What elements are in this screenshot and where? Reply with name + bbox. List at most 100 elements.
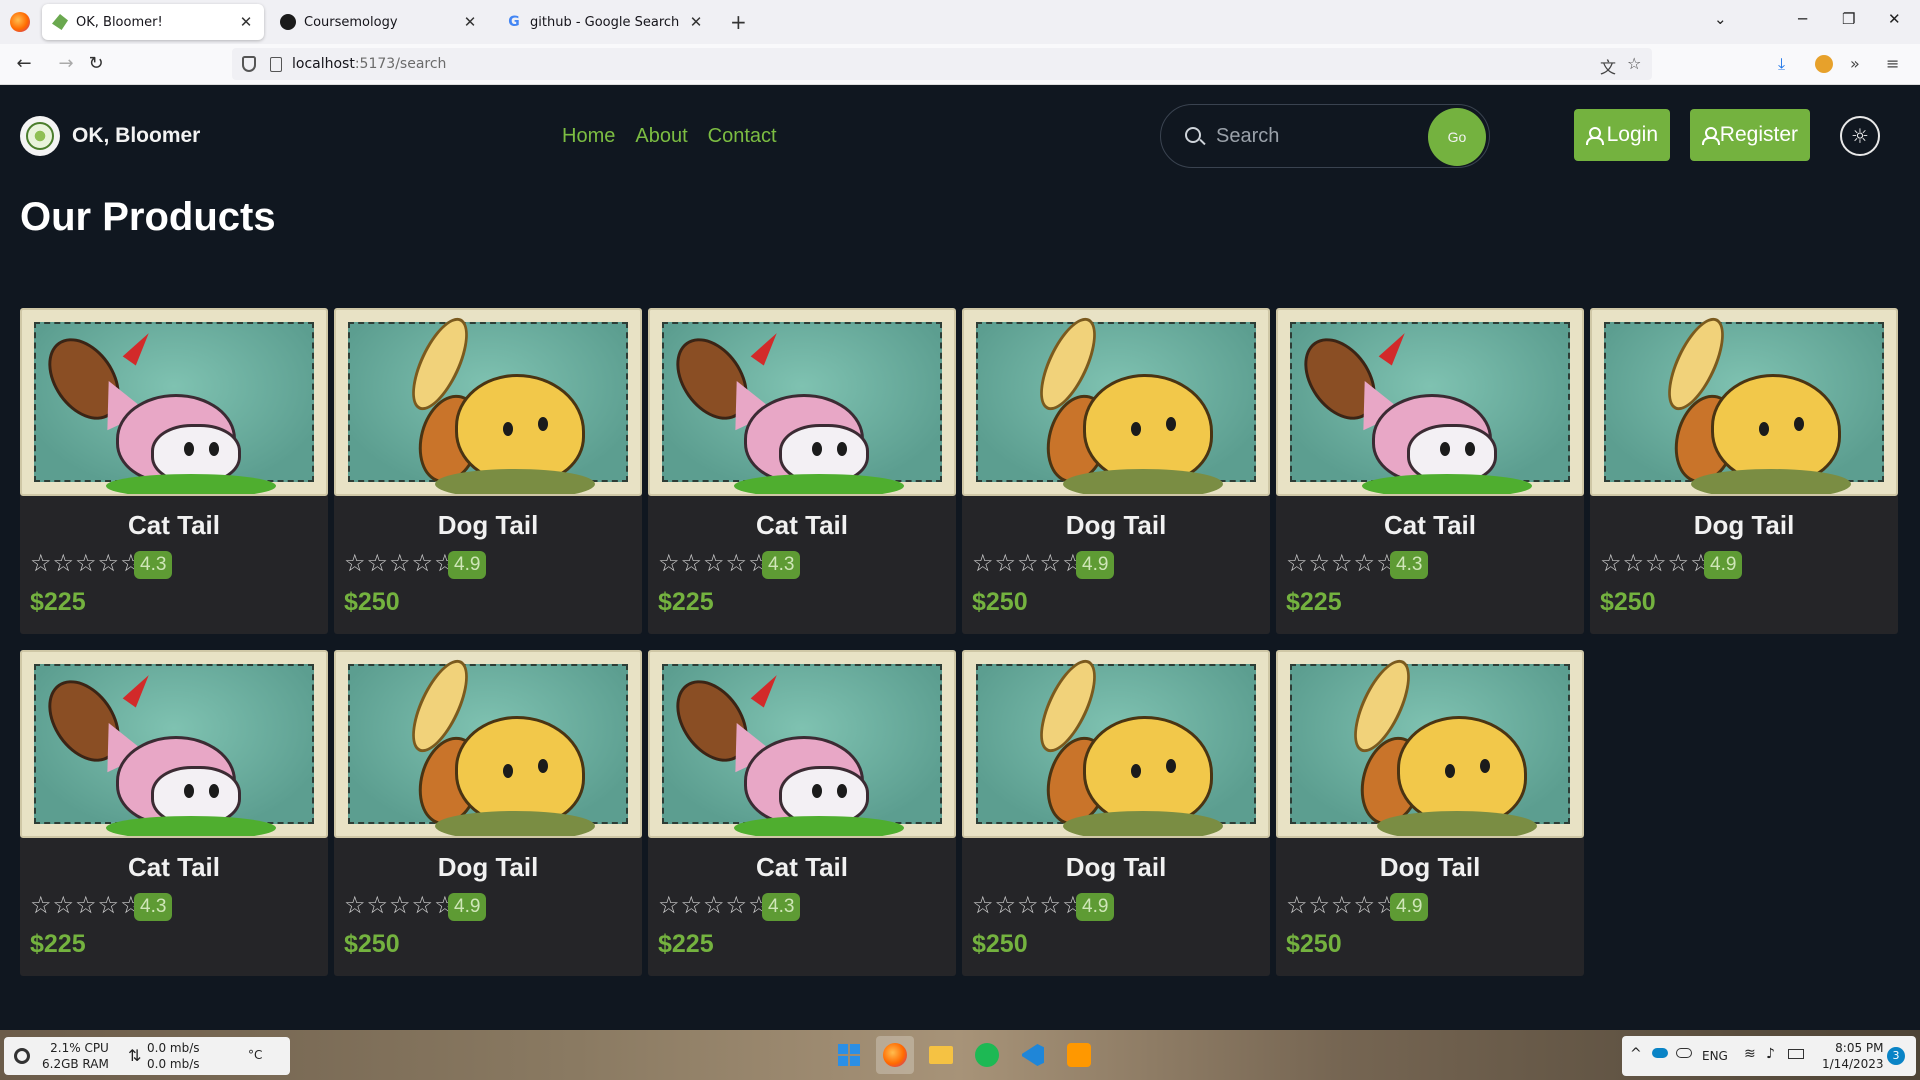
close-tab-icon[interactable]: ✕ xyxy=(688,13,704,31)
rating-badge: 4.9 xyxy=(1704,551,1743,579)
product-price: $250 xyxy=(972,930,1028,958)
product-name: Dog Tail xyxy=(1065,852,1167,882)
cloud-icon[interactable] xyxy=(1676,1048,1692,1058)
main-nav: Home About Contact xyxy=(562,125,777,148)
vscode-icon[interactable] xyxy=(1014,1036,1052,1074)
notification-badge[interactable]: 3 xyxy=(1887,1047,1905,1065)
nav-about[interactable]: About xyxy=(635,125,687,148)
close-tab-icon[interactable]: ✕ xyxy=(238,13,254,31)
product-image[interactable] xyxy=(334,308,642,496)
battery-icon[interactable] xyxy=(1788,1049,1804,1059)
product-image[interactable] xyxy=(962,308,1270,496)
url-path: :5173/search xyxy=(354,56,447,72)
product-card[interactable]: Cat Tail ☆☆☆☆☆ 4.3 $225 xyxy=(648,308,956,634)
product-card[interactable]: Dog Tail ☆☆☆☆☆ 4.9 $250 xyxy=(1276,650,1584,976)
more-tools-icon[interactable]: » xyxy=(1850,54,1860,73)
file-explorer-icon[interactable] xyxy=(922,1036,960,1074)
temperature: °C xyxy=(248,1048,263,1062)
reload-icon[interactable]: ↻ xyxy=(84,53,108,74)
chevron-up-icon[interactable]: ^ xyxy=(1630,1046,1642,1062)
rating-badge: 4.3 xyxy=(762,893,801,921)
product-image[interactable] xyxy=(1276,308,1584,496)
tab-ok-bloomer[interactable]: OK, Bloomer! ✕ xyxy=(42,4,264,40)
language-indicator[interactable]: ENG xyxy=(1702,1049,1728,1063)
brand-link[interactable]: OK, Bloomer xyxy=(20,116,200,156)
firefox-icon[interactable] xyxy=(10,12,30,32)
back-icon[interactable]: ← xyxy=(12,53,36,74)
nav-contact[interactable]: Contact xyxy=(708,125,777,148)
product-image[interactable] xyxy=(1276,650,1584,838)
product-card[interactable]: Cat Tail ☆☆☆☆☆ 4.3 $225 xyxy=(1276,308,1584,634)
taskbar: 2.1% CPU 6.2GB RAM ⇅ 0.0 mb/s 0.0 mb/s °… xyxy=(0,1030,1920,1080)
product-card[interactable]: Dog Tail ☆☆☆☆☆ 4.9 $250 xyxy=(334,308,642,634)
search-box: Go xyxy=(1160,104,1490,168)
bookmark-star-icon[interactable]: ☆ xyxy=(1627,54,1641,73)
product-name: Dog Tail xyxy=(437,852,539,882)
onedrive-icon[interactable] xyxy=(1652,1048,1668,1058)
product-image[interactable] xyxy=(1590,308,1898,496)
product-image[interactable] xyxy=(648,308,956,496)
theme-toggle-sun-icon[interactable]: ☼ xyxy=(1840,116,1880,156)
rating-badge: 4.9 xyxy=(1076,893,1115,921)
brand-name: OK, Bloomer xyxy=(72,124,201,147)
volume-icon[interactable]: ♪ xyxy=(1766,1046,1775,1062)
product-card[interactable]: Cat Tail ☆☆☆☆☆ 4.3 $225 xyxy=(648,650,956,976)
product-image[interactable] xyxy=(334,650,642,838)
product-image[interactable] xyxy=(648,650,956,838)
close-window-button[interactable]: ✕ xyxy=(1888,10,1901,28)
product-card[interactable]: Dog Tail ☆☆☆☆☆ 4.9 $250 xyxy=(962,308,1270,634)
register-button[interactable]: Register xyxy=(1690,109,1810,161)
product-image[interactable] xyxy=(962,650,1270,838)
download-icon[interactable]: ⤓ xyxy=(1778,54,1785,74)
login-button[interactable]: Login xyxy=(1574,109,1670,161)
product-price: $250 xyxy=(1600,588,1656,616)
url-host: localhost xyxy=(292,56,355,72)
product-name: Cat Tail xyxy=(128,510,220,540)
wifi-icon[interactable]: ≋ xyxy=(1744,1046,1756,1062)
spotify-icon[interactable] xyxy=(968,1036,1006,1074)
product-price: $250 xyxy=(344,930,400,958)
address-bar[interactable]: localhost:5173/search xyxy=(232,48,1652,80)
search-input[interactable] xyxy=(1216,119,1406,153)
product-card[interactable]: Cat Tail ☆☆☆☆☆ 4.3 $225 xyxy=(20,308,328,634)
product-card[interactable]: Dog Tail ☆☆☆☆☆ 4.9 $250 xyxy=(334,650,642,976)
app: OK, Bloomer Home About Contact Go Login … xyxy=(0,85,1920,1030)
clock-date: 1/14/2023 xyxy=(1822,1057,1884,1071)
firefox-taskbar-icon[interactable] xyxy=(876,1036,914,1074)
forward-icon[interactable]: → xyxy=(54,53,78,74)
sublime-text-icon[interactable] xyxy=(1060,1036,1098,1074)
browser-tab-bar: OK, Bloomer! ✕ Coursemology ✕ G github -… xyxy=(0,0,1920,44)
product-image[interactable] xyxy=(20,650,328,838)
product-name: Dog Tail xyxy=(1693,510,1795,540)
extension-icon[interactable] xyxy=(1815,55,1833,73)
taskbar-apps xyxy=(830,1036,1098,1074)
restore-button[interactable]: ❐ xyxy=(1842,10,1855,28)
close-tab-icon[interactable]: ✕ xyxy=(462,13,478,31)
product-card[interactable]: Dog Tail ☆☆☆☆☆ 4.9 $250 xyxy=(962,650,1270,976)
product-card[interactable]: Cat Tail ☆☆☆☆☆ 4.3 $225 xyxy=(20,650,328,976)
search-go-button[interactable]: Go xyxy=(1428,108,1486,166)
star-rating-icon: ☆☆☆☆☆ xyxy=(344,549,457,577)
nav-home[interactable]: Home xyxy=(562,125,615,148)
new-tab-button[interactable]: + xyxy=(730,10,747,34)
translate-icon[interactable]: 文 xyxy=(1600,54,1616,78)
page-title: Our Products xyxy=(20,195,276,239)
menu-icon[interactable]: ≡ xyxy=(1886,54,1899,73)
shield-icon[interactable] xyxy=(242,56,256,72)
tab-coursemology[interactable]: Coursemology ✕ xyxy=(270,4,488,40)
windows-start-icon[interactable] xyxy=(830,1036,868,1074)
minimize-button[interactable]: ─ xyxy=(1798,10,1807,28)
tab-title: OK, Bloomer! xyxy=(76,14,163,30)
system-tray: ^ ENG ≋ ♪ 8:05 PM 1/14/2023 3 xyxy=(1622,1036,1916,1076)
clock[interactable]: 8:05 PM 1/14/2023 xyxy=(1822,1040,1884,1072)
system-monitor-widget[interactable]: 2.1% CPU 6.2GB RAM ⇅ 0.0 mb/s 0.0 mb/s °… xyxy=(4,1037,290,1075)
product-name: Dog Tail xyxy=(1065,510,1167,540)
product-card[interactable]: Dog Tail ☆☆☆☆☆ 4.9 $250 xyxy=(1590,308,1898,634)
register-label: Register xyxy=(1719,123,1798,146)
gear-icon xyxy=(14,1048,30,1064)
product-image[interactable] xyxy=(20,308,328,496)
tab-list-icon[interactable]: ⌄ xyxy=(1714,10,1727,28)
cpu-ram: 2.1% CPU 6.2GB RAM xyxy=(42,1040,109,1072)
tab-google-search[interactable]: G github - Google Search ✕ xyxy=(496,4,714,40)
star-rating-icon: ☆☆☆☆☆ xyxy=(1600,549,1713,577)
